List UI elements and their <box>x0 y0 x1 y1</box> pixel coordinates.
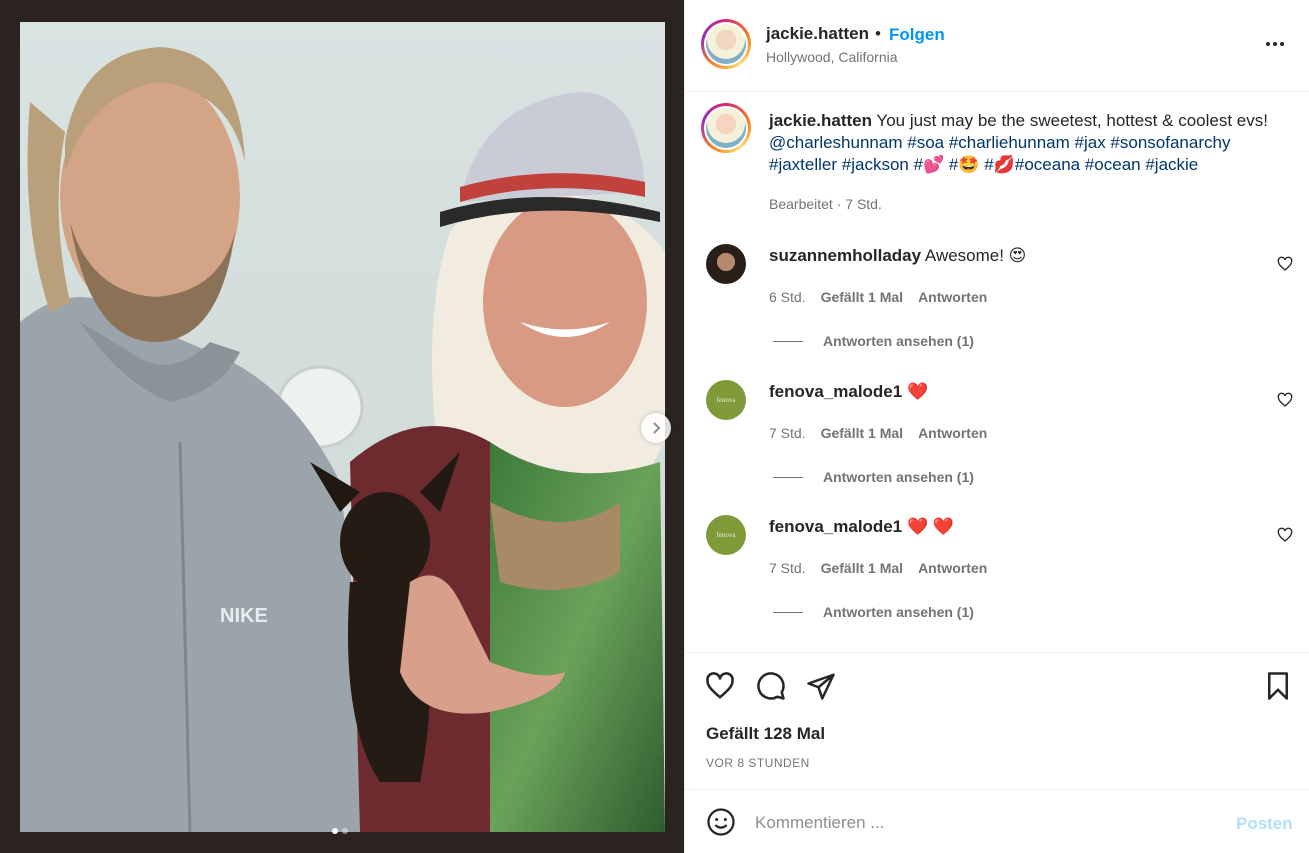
replies-divider <box>773 340 803 342</box>
comment-item: fenova fenova_malode1 ❤️ 7 Std. Gefällt … <box>685 380 1309 516</box>
caption-meta: Bearbeitet · 7 Std. <box>769 196 882 212</box>
comment-input[interactable] <box>755 810 1225 836</box>
separator-bullet: • <box>875 24 881 43</box>
caption-avatar[interactable] <box>701 103 751 153</box>
author-avatar[interactable] <box>701 19 751 69</box>
caption-text: jackie.hatten You just may be the sweete… <box>769 110 1289 176</box>
comment-likes[interactable]: Gefällt 1 Mal <box>821 425 903 441</box>
comment-meta: 7 Std. Gefällt 1 Mal Antworten <box>769 425 987 441</box>
post-comment-button[interactable]: Posten <box>1236 814 1293 834</box>
comment-item: suzannemholladay Awesome! 😍 6 Std. Gefäl… <box>685 244 1309 380</box>
comment-meta: 7 Std. Gefällt 1 Mal Antworten <box>769 560 987 576</box>
replies-divider <box>773 476 803 478</box>
likes-count[interactable]: Gefällt 128 Mal <box>706 724 825 744</box>
photo-illustration: NIKE <box>20 22 665 832</box>
caption-username[interactable]: jackie.hatten <box>769 111 872 130</box>
post-actions: Gefällt 128 Mal VOR 8 STUNDEN <box>685 652 1309 789</box>
comment-heart-icon[interactable] <box>1277 256 1293 272</box>
follow-button[interactable]: Folgen <box>889 25 945 45</box>
more-horizontal-icon[interactable] <box>1263 34 1287 54</box>
carousel-indicator <box>332 828 348 834</box>
comment-time[interactable]: 7 Std. <box>769 560 806 576</box>
comment-item: fenova fenova_malode1 ❤️ ❤️ 7 Std. Gefäl… <box>685 515 1309 651</box>
post-side-panel: jackie.hatten • Folgen Hollywood, Califo… <box>684 0 1309 853</box>
post-location[interactable]: Hollywood, California <box>766 49 898 65</box>
caption-mention[interactable]: @charleshunnam <box>769 133 903 152</box>
author-username[interactable]: jackie.hatten <box>766 24 869 44</box>
comment-avatar[interactable] <box>706 244 746 284</box>
caption-body: You just may be the sweetest, hottest & … <box>876 111 1268 130</box>
view-replies-button[interactable]: Antworten ansehen (1) <box>773 333 974 349</box>
carousel-next-button[interactable] <box>641 413 671 443</box>
post-timestamp[interactable]: VOR 8 STUNDEN <box>706 756 810 770</box>
comment-avatar[interactable]: fenova <box>706 380 746 420</box>
heart-icon[interactable] <box>705 671 735 701</box>
comment-bubble-icon[interactable] <box>756 671 786 701</box>
smiley-icon[interactable] <box>706 807 736 837</box>
post-header: jackie.hatten • Folgen Hollywood, Califo… <box>685 0 1309 92</box>
comment-likes[interactable]: Gefällt 1 Mal <box>821 560 903 576</box>
comment-reply-button[interactable]: Antworten <box>918 289 987 305</box>
comment-avatar[interactable]: fenova <box>706 515 746 555</box>
chevron-right-icon <box>653 422 661 434</box>
comment-username[interactable]: suzannemholladay <box>769 246 921 265</box>
comment-heart-icon[interactable] <box>1277 392 1293 408</box>
comment-body: Awesome! 😍 <box>924 246 1027 265</box>
bookmark-icon[interactable] <box>1263 671 1293 701</box>
view-replies-button[interactable]: Antworten ansehen (1) <box>773 604 974 620</box>
comment-heart-icon[interactable] <box>1277 527 1293 543</box>
comment-time[interactable]: 7 Std. <box>769 425 806 441</box>
comment-body: ❤️ ❤️ <box>906 517 955 536</box>
comment-username[interactable]: fenova_malode1 <box>769 382 902 401</box>
comment-text: suzannemholladay Awesome! 😍 <box>769 246 1026 266</box>
comment-reply-button[interactable]: Antworten <box>918 425 987 441</box>
view-replies-label: Antworten ansehen (1) <box>823 604 974 620</box>
comment-text: fenova_malode1 ❤️ ❤️ <box>769 517 954 537</box>
add-comment-bar: Posten <box>685 789 1309 853</box>
comment-text: fenova_malode1 ❤️ <box>769 382 928 402</box>
comment-reply-button[interactable]: Antworten <box>918 560 987 576</box>
comment-time[interactable]: 6 Std. <box>769 289 806 305</box>
svg-text:NIKE: NIKE <box>220 605 268 627</box>
comment-likes[interactable]: Gefällt 1 Mal <box>821 289 903 305</box>
view-replies-label: Antworten ansehen (1) <box>823 333 974 349</box>
comment-username[interactable]: fenova_malode1 <box>769 517 902 536</box>
comment-meta: 6 Std. Gefällt 1 Mal Antworten <box>769 289 987 305</box>
view-replies-button[interactable]: Antworten ansehen (1) <box>773 469 974 485</box>
comments-scroll-area[interactable]: jackie.hatten You just may be the sweete… <box>685 92 1309 652</box>
post-media-panel: NIKE <box>0 0 684 853</box>
paper-plane-icon[interactable] <box>806 671 836 701</box>
replies-divider <box>773 611 803 613</box>
post-photo[interactable]: NIKE <box>20 22 665 832</box>
carousel-dot <box>342 828 348 834</box>
carousel-dot-active <box>332 828 338 834</box>
comment-body: ❤️ <box>906 382 929 401</box>
view-replies-label: Antworten ansehen (1) <box>823 469 974 485</box>
